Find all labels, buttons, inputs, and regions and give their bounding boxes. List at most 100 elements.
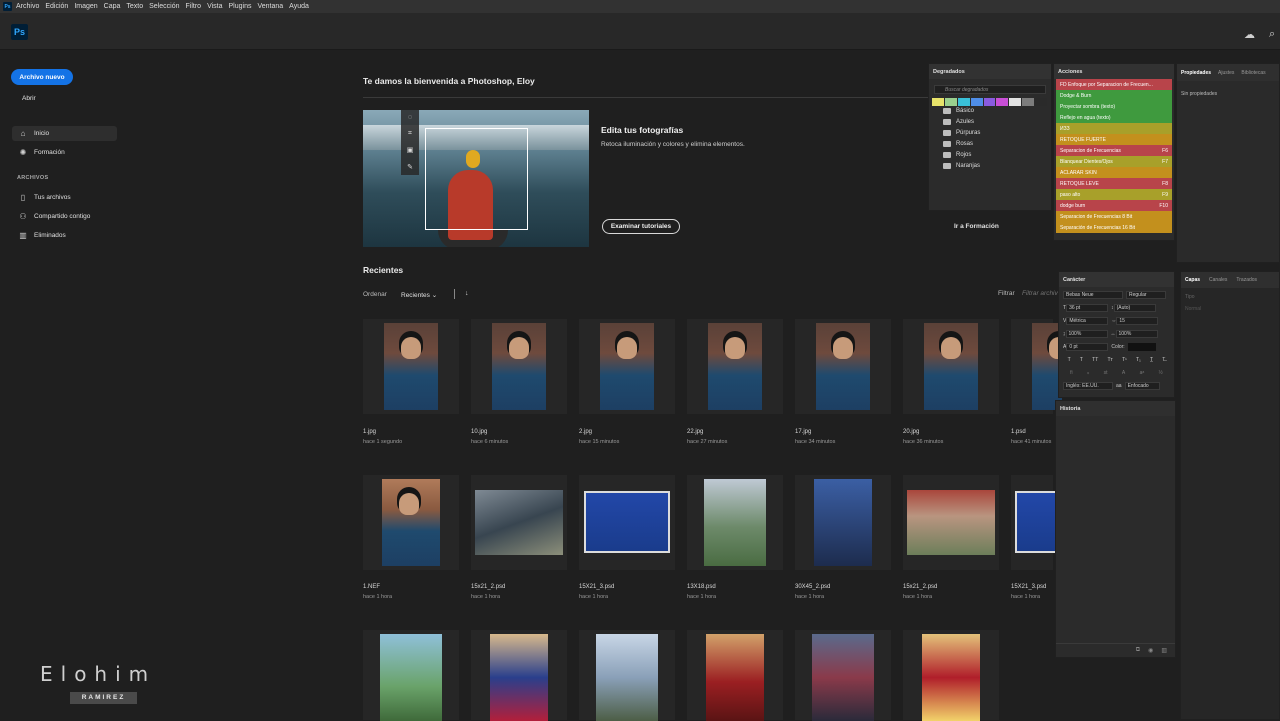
file-name[interactable]: 1.NEF: [363, 584, 380, 590]
action-item[interactable]: Separación de Frecuencias 16 Bit: [1056, 222, 1172, 233]
action-item[interactable]: FD Enfoque por Separacion de Frecuen...: [1056, 79, 1172, 90]
subscript-icon[interactable]: T₁: [1136, 357, 1141, 363]
menu-plugins[interactable]: Plugins: [229, 3, 252, 10]
file-name[interactable]: 17.jpg: [795, 429, 811, 435]
gradient-folder[interactable]: Rosas: [943, 141, 1051, 147]
file-name[interactable]: 10.jpg: [471, 429, 487, 435]
nav-item-eliminados[interactable]: ▥ Eliminados: [12, 228, 117, 243]
file-tile[interactable]: [903, 630, 999, 721]
file-name[interactable]: 30X45_2.psd: [795, 584, 830, 590]
file-name[interactable]: 15x21_2.psd: [471, 584, 505, 590]
menu-ayuda[interactable]: Ayuda: [289, 3, 309, 10]
gradient-folder[interactable]: Púrpuras: [943, 130, 1051, 136]
action-item[interactable]: Separacion de Frecuencias F6: [1056, 145, 1172, 156]
filter-input[interactable]: [1022, 290, 1062, 297]
tab-adjustments[interactable]: Ajustes: [1218, 70, 1234, 76]
file-tile[interactable]: [903, 475, 999, 570]
action-item[interactable]: Reflejo en agua (texto): [1056, 112, 1172, 123]
gradient-swatch[interactable]: [996, 98, 1009, 106]
ordinal-icon[interactable]: aᵃ: [1140, 370, 1145, 376]
file-tile[interactable]: [579, 475, 675, 570]
menu-imagen[interactable]: Imagen: [74, 3, 97, 10]
anti-alias-select[interactable]: Enfocado: [1124, 381, 1160, 390]
action-item[interactable]: dodge burn F10: [1056, 200, 1172, 211]
gradient-swatches[interactable]: [932, 98, 1048, 106]
swash-icon[interactable]: ℴ: [1087, 370, 1089, 376]
action-item[interactable]: Separacion de Frecuencias 8 Bit: [1056, 211, 1172, 222]
font-family-select[interactable]: Bebas Neue: [1063, 290, 1123, 299]
tab-layers[interactable]: Capas: [1185, 277, 1200, 283]
panel-title[interactable]: Degradados: [929, 64, 1051, 79]
nav-item-compartido[interactable]: ⚇ Compartido contigo: [12, 209, 117, 224]
file-tile[interactable]: [795, 319, 891, 414]
nav-item-formacion[interactable]: ✺ Formación: [12, 145, 117, 160]
gradient-swatch[interactable]: [957, 98, 970, 106]
gradient-folder[interactable]: Básico: [943, 108, 1051, 114]
baseline-field[interactable]: 0 pt: [1066, 342, 1109, 351]
file-tile[interactable]: [363, 630, 459, 721]
font-size-field[interactable]: 36 pt: [1066, 303, 1109, 312]
menu-edicion[interactable]: Edición: [45, 3, 68, 10]
trash-icon[interactable]: ▥: [1161, 647, 1167, 654]
panel-title[interactable]: Acciones: [1054, 64, 1174, 79]
gradient-swatch[interactable]: [970, 98, 983, 106]
new-file-button[interactable]: Archivo nuevo: [11, 69, 73, 85]
snapshot-icon[interactable]: ◉: [1148, 647, 1153, 654]
titling-icon[interactable]: A: [1122, 370, 1125, 376]
file-tile[interactable]: [471, 319, 567, 414]
file-tile[interactable]: [363, 475, 459, 570]
small-caps-icon[interactable]: Tт: [1108, 357, 1113, 363]
file-tile[interactable]: [363, 319, 459, 414]
file-tile[interactable]: [579, 319, 675, 414]
file-tile[interactable]: [687, 319, 783, 414]
font-style-select[interactable]: Regular: [1126, 290, 1166, 299]
language-select[interactable]: Inglés: EE.UU.: [1063, 381, 1113, 390]
menu-archivo[interactable]: Archivo: [16, 3, 39, 10]
file-name[interactable]: 13X18.psd: [687, 584, 716, 590]
strikethrough-icon[interactable]: T̶: [1162, 357, 1165, 363]
file-tile[interactable]: [687, 630, 783, 721]
action-item[interactable]: Proyectar sombra (texto): [1056, 101, 1172, 112]
file-tile[interactable]: [1011, 319, 1069, 414]
fraction-icon[interactable]: ½: [1159, 370, 1163, 376]
stylistic-icon[interactable]: st: [1104, 370, 1108, 376]
photoshop-logo[interactable]: Ps: [11, 24, 28, 40]
new-document-icon[interactable]: ⧉: [1136, 647, 1140, 654]
search-icon[interactable]: ⌕: [1269, 28, 1275, 41]
tracking-field[interactable]: 15: [1116, 316, 1159, 325]
file-name[interactable]: 15X21_3.psd: [1011, 584, 1046, 590]
ligature-icon[interactable]: fi: [1070, 370, 1073, 376]
blend-mode-select[interactable]: Normal: [1185, 306, 1275, 312]
action-item[interactable]: RETOQUE FUERTE: [1056, 134, 1172, 145]
text-color-swatch[interactable]: [1127, 342, 1156, 351]
sort-direction-icon[interactable]: ↓: [465, 290, 469, 297]
gradient-swatch[interactable]: [1035, 98, 1048, 106]
file-tile[interactable]: [1011, 475, 1055, 570]
sort-dropdown[interactable]: Recientes ⌄: [401, 291, 437, 299]
file-tile[interactable]: [471, 630, 567, 721]
file-tile[interactable]: [903, 319, 999, 414]
file-name[interactable]: 1.jpg: [363, 429, 376, 435]
gradient-swatch[interactable]: [944, 98, 957, 106]
gradient-folder[interactable]: Rojos: [943, 152, 1051, 158]
faux-bold-icon[interactable]: T: [1068, 357, 1071, 363]
hero-image[interactable]: ◌ ⌗ ▣ ✎: [363, 110, 589, 247]
gradient-folder[interactable]: Azules: [943, 119, 1051, 125]
go-to-learn-link[interactable]: Ir a Formación: [954, 223, 999, 230]
kerning-field[interactable]: Métrica: [1066, 316, 1109, 325]
gradient-swatch[interactable]: [932, 98, 944, 106]
nav-item-inicio[interactable]: ⌂ Inicio: [12, 126, 117, 141]
file-tile[interactable]: [795, 630, 891, 721]
action-item[interactable]: ACLARAR SKIN: [1056, 167, 1172, 178]
tab-channels[interactable]: Canales: [1209, 277, 1227, 283]
faux-italic-icon[interactable]: T: [1080, 357, 1083, 363]
menu-ventana[interactable]: Ventana: [257, 3, 283, 10]
gradient-folder[interactable]: Naranjas: [943, 163, 1051, 169]
gradients-search-input[interactable]: Buscar degradados: [934, 85, 1046, 94]
menu-vista[interactable]: Vista: [207, 3, 222, 10]
panel-title[interactable]: Historia: [1056, 401, 1175, 416]
panel-title[interactable]: Carácter: [1059, 272, 1174, 287]
gradient-swatch[interactable]: [1022, 98, 1035, 106]
file-tile[interactable]: [471, 475, 567, 570]
layer-kind-filter[interactable]: Tipo: [1185, 294, 1275, 300]
